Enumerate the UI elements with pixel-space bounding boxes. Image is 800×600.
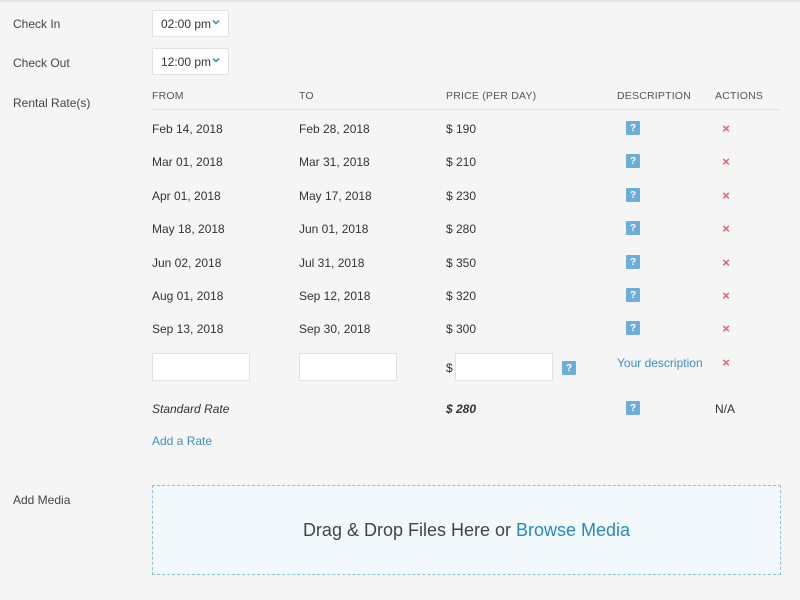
close-icon[interactable]: × [720, 121, 732, 136]
column-header-price: PRICE (PER DAY) [446, 90, 537, 102]
close-icon[interactable]: × [720, 288, 732, 303]
to-date-input[interactable] [299, 353, 397, 381]
rate-price: $ 300 [446, 322, 477, 336]
top-shadow [0, 0, 800, 3]
currency-symbol: $ [446, 361, 453, 375]
question-icon[interactable]: ? [626, 288, 640, 302]
question-icon[interactable]: ? [626, 221, 640, 235]
close-icon[interactable]: × [720, 355, 732, 370]
chevron-down-icon [212, 19, 220, 25]
browse-media-link[interactable]: Browse Media [516, 520, 630, 541]
question-icon[interactable]: ? [626, 188, 640, 202]
rate-from: Sep 13, 2018 [152, 322, 224, 336]
rate-to: Feb 28, 2018 [299, 122, 370, 136]
question-icon[interactable]: ? [562, 361, 576, 375]
rate-price: $ 190 [446, 122, 477, 136]
rate-from: Aug 01, 2018 [152, 289, 224, 303]
checkin-label: Check In [13, 17, 61, 31]
question-icon[interactable]: ? [626, 121, 640, 135]
rate-to: Mar 31, 2018 [299, 155, 370, 169]
rate-to: Jul 31, 2018 [299, 256, 365, 270]
standard-rate-price: $ 280 [446, 402, 477, 416]
close-icon[interactable]: × [720, 321, 732, 336]
checkout-select[interactable]: 12:00 pm [152, 48, 229, 75]
standard-rate-action: N/A [715, 402, 736, 416]
column-header-from: FROM [152, 90, 184, 102]
question-icon[interactable]: ? [626, 321, 640, 335]
chevron-down-icon [212, 57, 220, 63]
header-divider [152, 109, 781, 110]
checkout-label: Check Out [13, 56, 70, 70]
your-description-link[interactable]: Your description [617, 356, 703, 370]
from-date-input[interactable] [152, 353, 250, 381]
rate-from: Mar 01, 2018 [152, 155, 223, 169]
rate-price: $ 280 [446, 222, 477, 236]
checkin-select[interactable]: 02:00 pm [152, 10, 229, 37]
add-media-label: Add Media [13, 493, 71, 507]
column-header-description: DESCRIPTION [617, 90, 691, 102]
close-icon[interactable]: × [720, 221, 732, 236]
close-icon[interactable]: × [720, 188, 732, 203]
rental-rates-label: Rental Rate(s) [13, 96, 91, 110]
question-icon[interactable]: ? [626, 154, 640, 168]
rate-to: Jun 01, 2018 [299, 222, 369, 236]
rate-to: May 17, 2018 [299, 189, 372, 203]
rate-price: $ 350 [446, 256, 477, 270]
column-header-actions: ACTIONS [715, 90, 764, 102]
rate-to: Sep 12, 2018 [299, 289, 371, 303]
rate-from: Jun 02, 2018 [152, 256, 222, 270]
rate-price: $ 320 [446, 289, 477, 303]
standard-rate-label: Standard Rate [152, 402, 230, 416]
rate-to: Sep 30, 2018 [299, 322, 371, 336]
question-icon[interactable]: ? [626, 255, 640, 269]
checkin-value: 02:00 pm [161, 16, 212, 31]
rate-from: Feb 14, 2018 [152, 122, 223, 136]
question-icon[interactable]: ? [626, 401, 640, 415]
checkout-value: 12:00 pm [161, 54, 212, 69]
add-rate-link[interactable]: Add a Rate [152, 434, 212, 448]
rate-price: $ 230 [446, 189, 477, 203]
media-dropzone[interactable]: Drag & Drop Files Here or Browse Media [152, 485, 781, 575]
close-icon[interactable]: × [720, 255, 732, 270]
rate-price: $ 210 [446, 155, 477, 169]
close-icon[interactable]: × [720, 154, 732, 169]
rate-from: May 18, 2018 [152, 222, 225, 236]
dropzone-text: Drag & Drop Files Here or [302, 519, 512, 540]
column-header-to: TO [299, 90, 314, 102]
price-input[interactable] [455, 353, 553, 381]
rate-from: Apr 01, 2018 [152, 189, 221, 203]
